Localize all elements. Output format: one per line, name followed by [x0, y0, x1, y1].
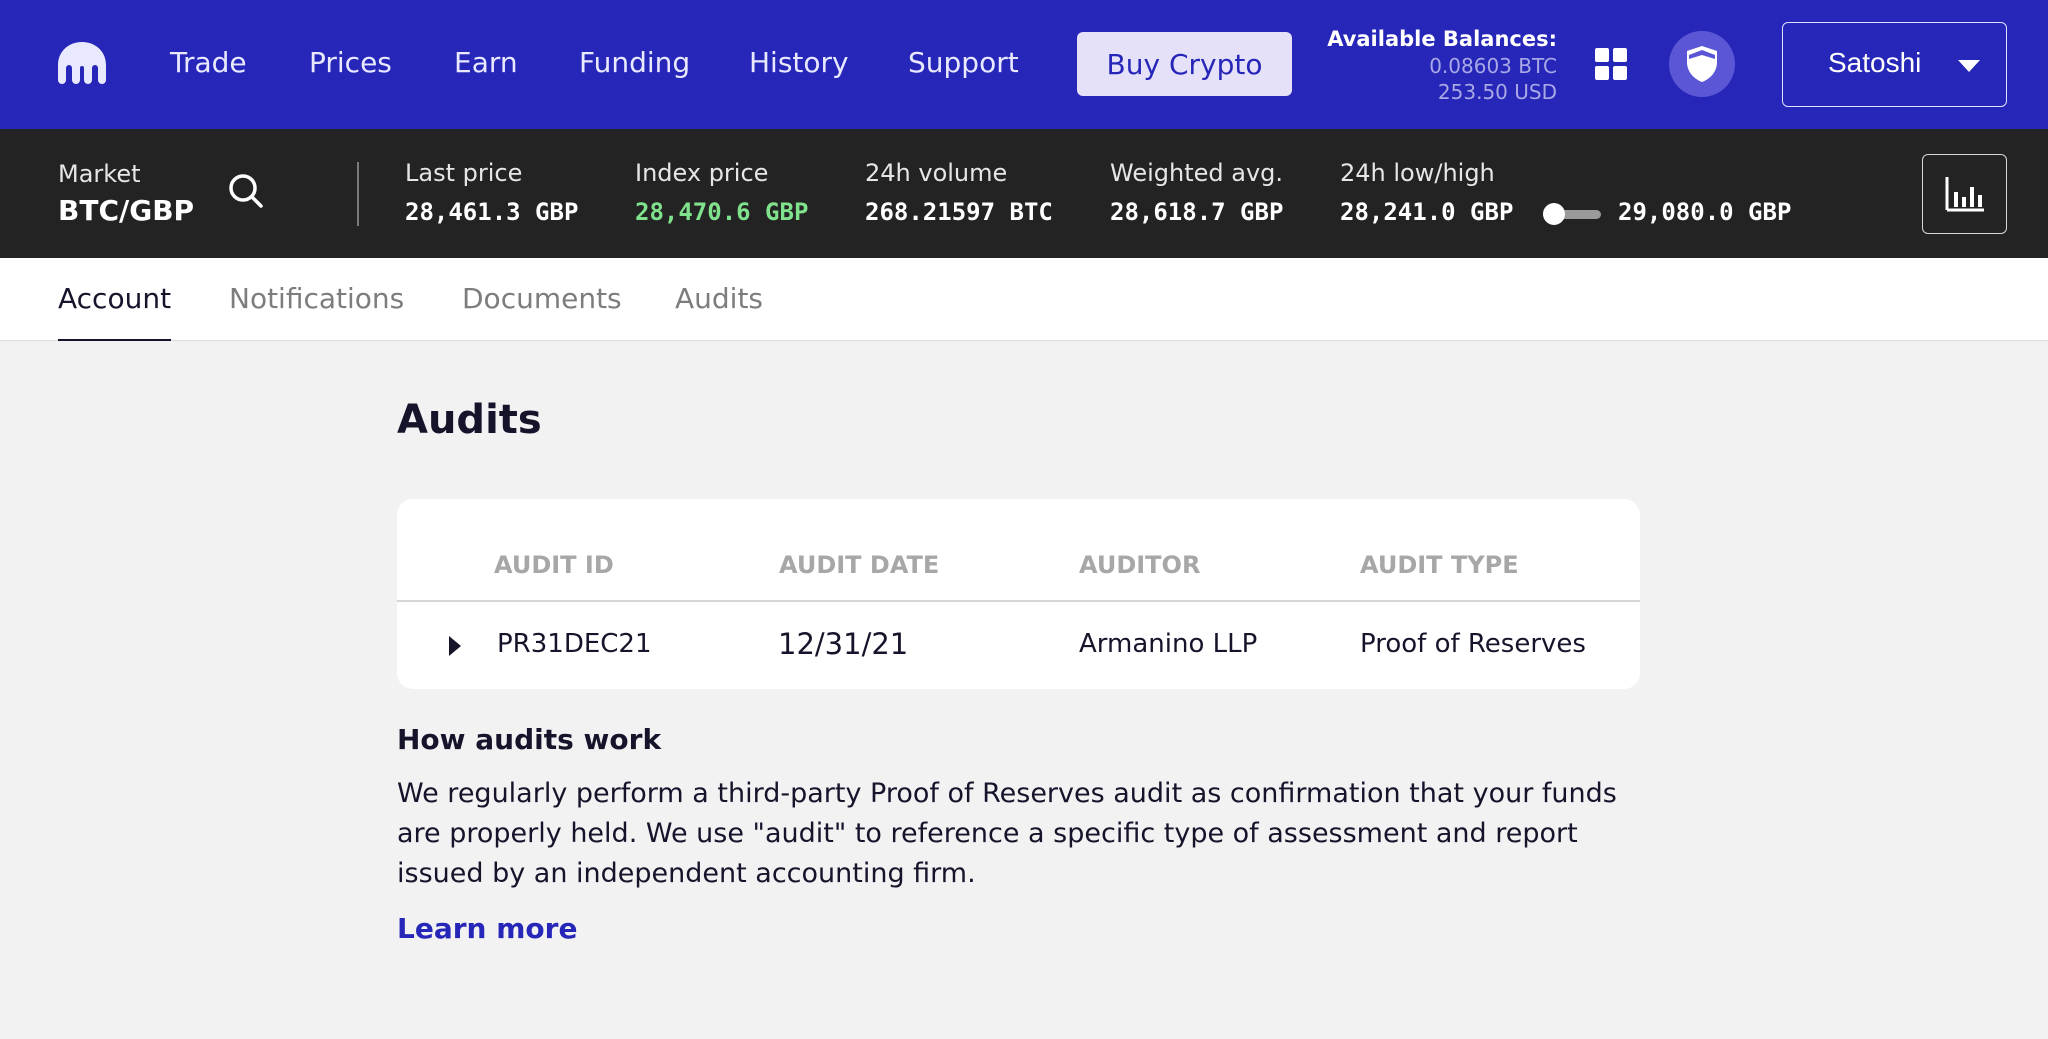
- kraken-logo-icon[interactable]: [56, 40, 108, 86]
- nav-link-funding[interactable]: Funding: [579, 46, 690, 80]
- available-balances-label: Available Balances:: [1327, 27, 1557, 51]
- volume-24h-value: 268.21597 BTC: [865, 198, 1053, 226]
- audit-date-cell: 12/31/21: [778, 627, 909, 661]
- column-header-audit-type: AUDIT TYPE: [1360, 551, 1519, 579]
- audits-table: AUDIT ID AUDIT DATE AUDITOR AUDIT TYPE P…: [397, 499, 1640, 689]
- chart-toggle-button[interactable]: [1922, 154, 2007, 234]
- weighted-avg-value: 28,618.7 GBP: [1110, 198, 1284, 226]
- column-header-auditor: AUDITOR: [1079, 551, 1201, 579]
- low-high-range-marker: [1543, 203, 1565, 225]
- weighted-avg-label: Weighted avg.: [1110, 159, 1284, 187]
- tab-documents[interactable]: Documents: [462, 282, 622, 341]
- index-price-value: 28,470.6 GBP: [635, 198, 809, 226]
- buy-crypto-button[interactable]: Buy Crypto: [1077, 32, 1292, 96]
- chevron-down-icon: [1958, 60, 1980, 72]
- column-header-audit-date: AUDIT DATE: [779, 551, 940, 579]
- balance-btc: 0.08603 BTC: [1429, 54, 1557, 78]
- bar-chart-icon: [1945, 177, 1984, 212]
- nav-link-support[interactable]: Support: [908, 46, 1019, 80]
- nav-link-history[interactable]: History: [749, 46, 849, 80]
- tab-notifications[interactable]: Notifications: [229, 282, 404, 341]
- table-row[interactable]: PR31DEC21 12/31/21 Armanino LLP Proof of…: [397, 601, 1640, 689]
- tab-audits[interactable]: Audits: [675, 282, 763, 341]
- tab-account[interactable]: Account: [58, 282, 172, 341]
- nav-link-earn[interactable]: Earn: [454, 46, 518, 80]
- how-audits-work-heading: How audits work: [397, 723, 662, 756]
- market-ticker-bar: Market BTC/GBP Last price 28,461.3 GBP I…: [0, 129, 2048, 258]
- low-24h-value: 28,241.0 GBP: [1340, 198, 1514, 226]
- nav-link-prices[interactable]: Prices: [309, 46, 392, 80]
- nav-link-trade[interactable]: Trade: [170, 46, 247, 80]
- audit-id-cell: PR31DEC21: [497, 629, 652, 659]
- index-price-label: Index price: [635, 159, 769, 187]
- apps-grid-icon[interactable]: [1595, 48, 1629, 82]
- audit-type-cell: Proof of Reserves: [1360, 629, 1586, 659]
- high-24h-value: 29,080.0 GBP: [1618, 198, 1792, 226]
- settings-tab-bar: Account Notifications Documents Audits: [0, 258, 2048, 341]
- how-audits-work-description: We regularly perform a third-party Proof…: [397, 778, 1617, 889]
- low-high-24h-label: 24h low/high: [1340, 159, 1495, 187]
- auditor-cell: Armanino LLP: [1079, 629, 1258, 659]
- volume-24h-label: 24h volume: [865, 159, 1008, 187]
- top-navigation-bar: Trade Prices Earn Funding History Suppor…: [0, 0, 2048, 129]
- market-pair-selector[interactable]: BTC/GBP: [58, 194, 194, 227]
- last-price-label: Last price: [405, 159, 523, 187]
- user-menu-button[interactable]: Satoshi: [1782, 22, 2007, 107]
- column-header-audit-id: AUDIT ID: [494, 551, 614, 579]
- search-icon[interactable]: [226, 171, 266, 211]
- user-name: Satoshi: [1828, 47, 1922, 78]
- ticker-divider: [357, 162, 359, 226]
- security-shield-button[interactable]: [1669, 31, 1735, 97]
- balance-usd: 253.50 USD: [1437, 80, 1557, 104]
- learn-more-link[interactable]: Learn more: [397, 912, 577, 945]
- shield-icon: [1687, 46, 1717, 82]
- page-title: Audits: [397, 397, 542, 443]
- last-price-value: 28,461.3 GBP: [405, 198, 579, 226]
- market-label: Market: [58, 160, 141, 188]
- expand-row-caret-icon[interactable]: [449, 636, 461, 656]
